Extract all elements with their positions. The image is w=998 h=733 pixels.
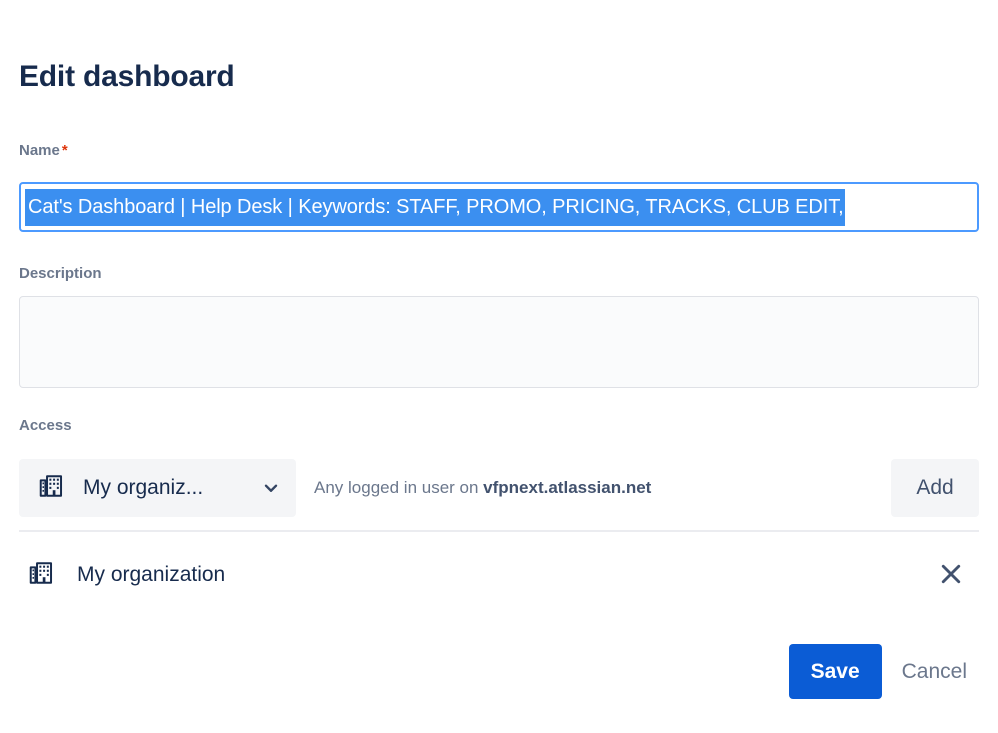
name-label-text: Name xyxy=(19,142,60,159)
access-type-value: My organiz... xyxy=(83,476,204,499)
save-button[interactable]: Save xyxy=(788,644,882,699)
name-input-value[interactable]: Cat's Dashboard | Help Desk | Keywords: … xyxy=(25,188,845,226)
access-section-label: Access xyxy=(19,417,72,434)
chevron-down-icon xyxy=(260,477,282,499)
access-hint-domain: vfpnext.atlassian.net xyxy=(483,478,652,497)
add-access-button[interactable]: Add xyxy=(891,459,979,517)
description-field-label: Description xyxy=(19,265,102,282)
access-hint-text: Any logged in user on vfpnext.atlassian.… xyxy=(314,478,651,498)
name-field-label: Name * xyxy=(19,142,68,160)
form-actions: Save Cancel xyxy=(788,644,979,699)
access-hint-prefix: Any logged in user on xyxy=(314,478,484,497)
remove-access-button[interactable] xyxy=(931,555,971,595)
building-icon xyxy=(27,559,55,592)
page-title: Edit dashboard xyxy=(19,60,235,94)
required-asterisk: * xyxy=(61,142,68,159)
access-controls-row: My organiz... Any logged in user on vfpn… xyxy=(19,459,979,517)
building-icon xyxy=(37,472,65,505)
edit-dashboard-page: Edit dashboard Name * Cat's Dashboard | H… xyxy=(0,0,998,733)
name-input[interactable]: Cat's Dashboard | Help Desk | Keywords: … xyxy=(19,182,979,232)
access-list-item: My organization xyxy=(19,548,979,602)
access-type-dropdown[interactable]: My organiz... xyxy=(19,459,296,517)
access-divider xyxy=(19,530,979,532)
description-textarea[interactable] xyxy=(19,296,979,388)
close-icon xyxy=(936,559,966,592)
cancel-button[interactable]: Cancel xyxy=(890,644,979,699)
access-list-item-label: My organization xyxy=(77,563,226,586)
